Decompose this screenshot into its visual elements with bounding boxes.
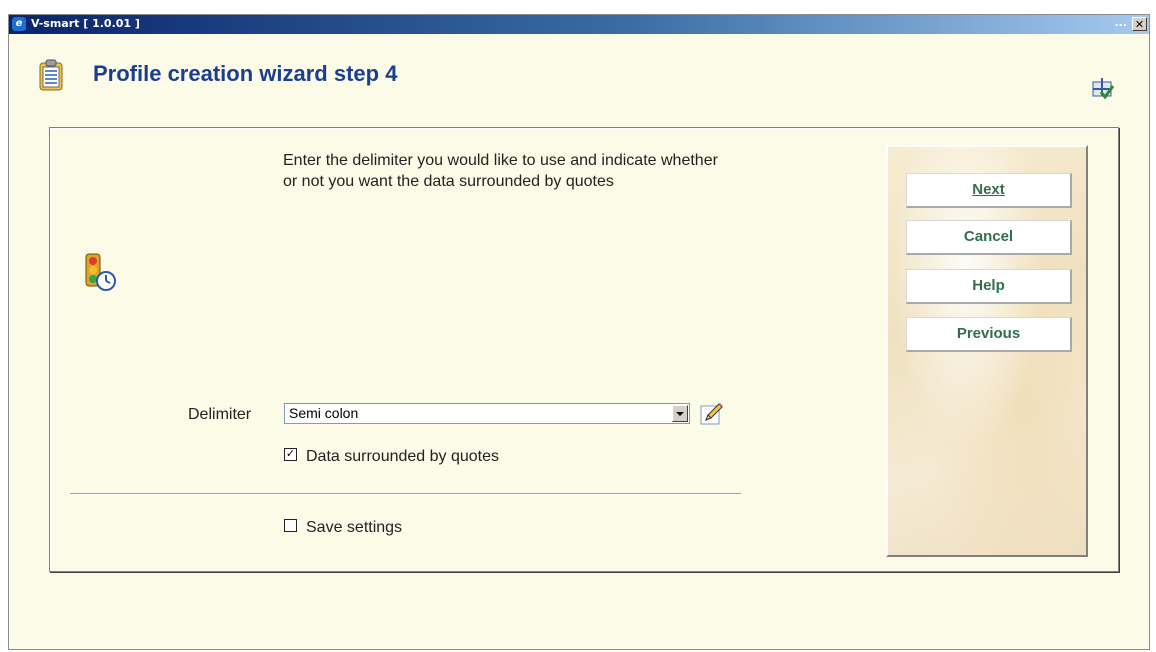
instruction-text: Enter the delimiter you would like to us… (283, 152, 718, 190)
save-settings-label: Save settings (306, 519, 403, 536)
app-window: e V-smart [ 1.0.01 ] ... ✕ Profile creat… (8, 14, 1150, 650)
pencil-icon[interactable] (700, 401, 724, 425)
clipboard-icon (39, 59, 63, 91)
traffic-light-clock-icon (85, 253, 116, 291)
save-settings-checkbox[interactable] (284, 519, 297, 533)
wizard-panel: Enter the delimiter you would like to us… (49, 127, 1119, 572)
button-panel: Next Cancel Help Previous (886, 145, 1088, 557)
ie-icon: e (12, 17, 26, 31)
delimiter-select[interactable]: Semi colon (284, 403, 690, 424)
delimiter-label: Delimiter (188, 406, 252, 423)
page-title: Profile creation wizard step 4 (93, 61, 398, 86)
window-title: V-smart [ 1.0.01 ] (31, 17, 140, 30)
title-bar: e V-smart [ 1.0.01 ] ... ✕ (9, 15, 1149, 34)
divider (70, 493, 741, 495)
next-button[interactable]: Next (906, 173, 1072, 208)
close-button[interactable]: ✕ (1132, 17, 1147, 31)
wizard-check-icon[interactable] (1091, 76, 1115, 100)
delimiter-value: Semi colon (289, 405, 359, 421)
cancel-button[interactable]: Cancel (906, 220, 1072, 255)
previous-button[interactable]: Previous (906, 317, 1072, 352)
quotes-option[interactable]: ✓ Data surrounded by quotes (284, 448, 499, 466)
save-settings-option[interactable]: Save settings (284, 519, 402, 537)
next-label: Next (972, 181, 1005, 198)
minimize-button[interactable]: ... (1114, 16, 1127, 29)
help-button[interactable]: Help (906, 269, 1072, 304)
quotes-label: Data surrounded by quotes (306, 448, 500, 465)
chevron-down-icon[interactable] (672, 405, 688, 422)
quotes-checkbox[interactable]: ✓ (284, 448, 297, 462)
